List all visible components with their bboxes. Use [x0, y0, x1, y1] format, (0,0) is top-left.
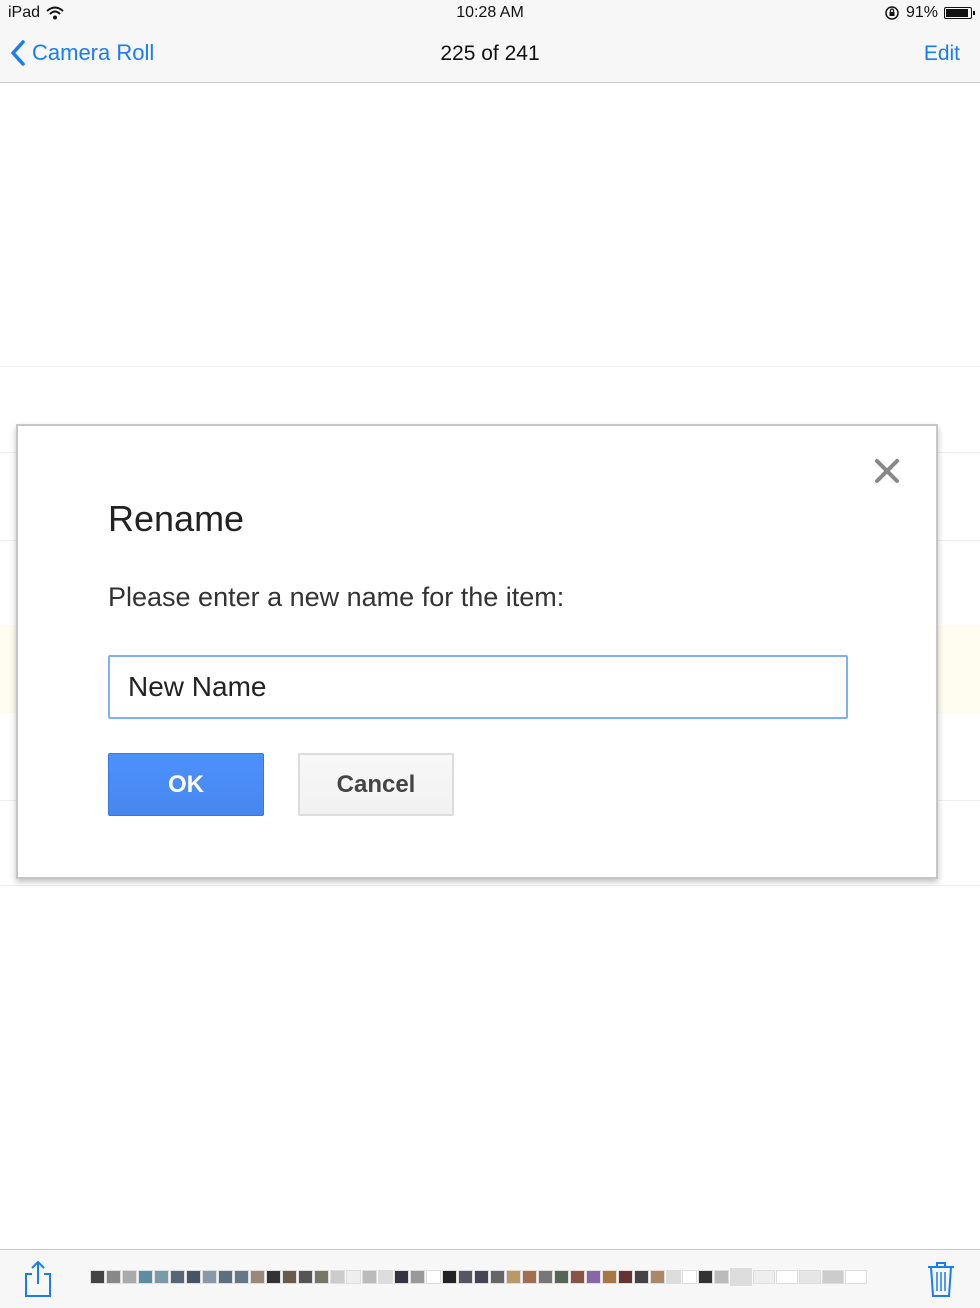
photo-thumbnail[interactable]: [634, 1270, 649, 1284]
background-divider: [0, 885, 980, 886]
status-bar: iPad 10:28 AM 91%: [0, 0, 980, 28]
trash-icon[interactable]: [926, 1260, 956, 1298]
photo-thumbnail[interactable]: [410, 1270, 425, 1284]
photo-thumbnail[interactable]: [822, 1270, 844, 1284]
photo-thumbnail[interactable]: [506, 1270, 521, 1284]
photo-thumbnail[interactable]: [554, 1270, 569, 1284]
photo-thumbnail[interactable]: [202, 1270, 217, 1284]
background-divider: [0, 366, 980, 367]
photo-thumbnail[interactable]: [154, 1270, 169, 1284]
battery-percent: 91%: [905, 4, 938, 21]
rotation-lock-icon: [885, 6, 899, 20]
rename-dialog: Rename Please enter a new name for the i…: [16, 424, 938, 879]
ok-button[interactable]: OK: [108, 753, 264, 816]
photo-thumbnail[interactable]: [266, 1270, 281, 1284]
photo-thumbnail[interactable]: [586, 1270, 601, 1284]
page-title: 225 of 241: [440, 42, 540, 65]
photo-thumbnail[interactable]: [682, 1270, 697, 1284]
photo-thumbnail[interactable]: [394, 1270, 409, 1284]
photo-thumbnail[interactable]: [378, 1270, 393, 1284]
photo-thumbnail[interactable]: [570, 1270, 585, 1284]
photo-thumbnail[interactable]: [602, 1270, 617, 1284]
status-right: 91%: [884, 4, 975, 22]
photo-thumbnail[interactable]: [186, 1270, 201, 1284]
photo-thumbnail[interactable]: [106, 1270, 121, 1284]
photo-thumbnail[interactable]: [90, 1270, 105, 1284]
share-icon[interactable]: [22, 1260, 54, 1298]
photo-thumbnail[interactable]: [538, 1270, 553, 1284]
dialog-message: Please enter a new name for the item:: [108, 582, 565, 612]
photo-thumbnail[interactable]: [522, 1270, 537, 1284]
photo-thumbnail[interactable]: [314, 1270, 329, 1284]
photo-thumbnail[interactable]: [799, 1270, 821, 1284]
photo-thumbnail[interactable]: [458, 1270, 473, 1284]
photo-thumbnail[interactable]: [650, 1270, 665, 1284]
photo-thumbnail[interactable]: [282, 1270, 297, 1284]
photo-thumbnail[interactable]: [753, 1270, 775, 1284]
photo-thumbnail[interactable]: [618, 1270, 633, 1284]
close-icon[interactable]: [872, 456, 902, 486]
photo-thumbnail[interactable]: [776, 1270, 798, 1284]
photo-thumbnail[interactable]: [490, 1270, 505, 1284]
photo-thumbnail[interactable]: [330, 1270, 345, 1284]
navigation-bar: Camera Roll 225 of 241 Edit: [0, 28, 980, 83]
cancel-button[interactable]: Cancel: [298, 753, 454, 816]
photo-thumbnail[interactable]: [666, 1270, 681, 1284]
photo-thumbnail[interactable]: [730, 1268, 752, 1286]
photo-thumbnail[interactable]: [346, 1270, 361, 1284]
photo-thumbnail[interactable]: [698, 1270, 713, 1284]
battery-icon: [944, 7, 975, 19]
battery-level: [946, 9, 968, 17]
photo-thumbnail[interactable]: [170, 1270, 185, 1284]
photo-thumbnail[interactable]: [714, 1270, 729, 1284]
thumbnail-strip[interactable]: [90, 1268, 890, 1286]
status-time: 10:28 AM: [456, 4, 524, 21]
photo-thumbnail[interactable]: [426, 1270, 441, 1284]
edit-button[interactable]: Edit: [924, 42, 960, 66]
photo-thumbnail[interactable]: [234, 1270, 249, 1284]
photo-thumbnail[interactable]: [442, 1270, 457, 1284]
name-input[interactable]: [108, 655, 848, 719]
photo-thumbnail[interactable]: [474, 1270, 489, 1284]
bottom-toolbar: [0, 1249, 980, 1308]
photo-thumbnail[interactable]: [250, 1270, 265, 1284]
photo-thumbnail[interactable]: [138, 1270, 153, 1284]
photo-thumbnail[interactable]: [845, 1270, 867, 1284]
photo-thumbnail[interactable]: [298, 1270, 313, 1284]
dialog-title: Rename: [108, 498, 245, 539]
photo-thumbnail[interactable]: [362, 1270, 377, 1284]
photo-thumbnail[interactable]: [122, 1270, 137, 1284]
photo-thumbnail[interactable]: [218, 1270, 233, 1284]
